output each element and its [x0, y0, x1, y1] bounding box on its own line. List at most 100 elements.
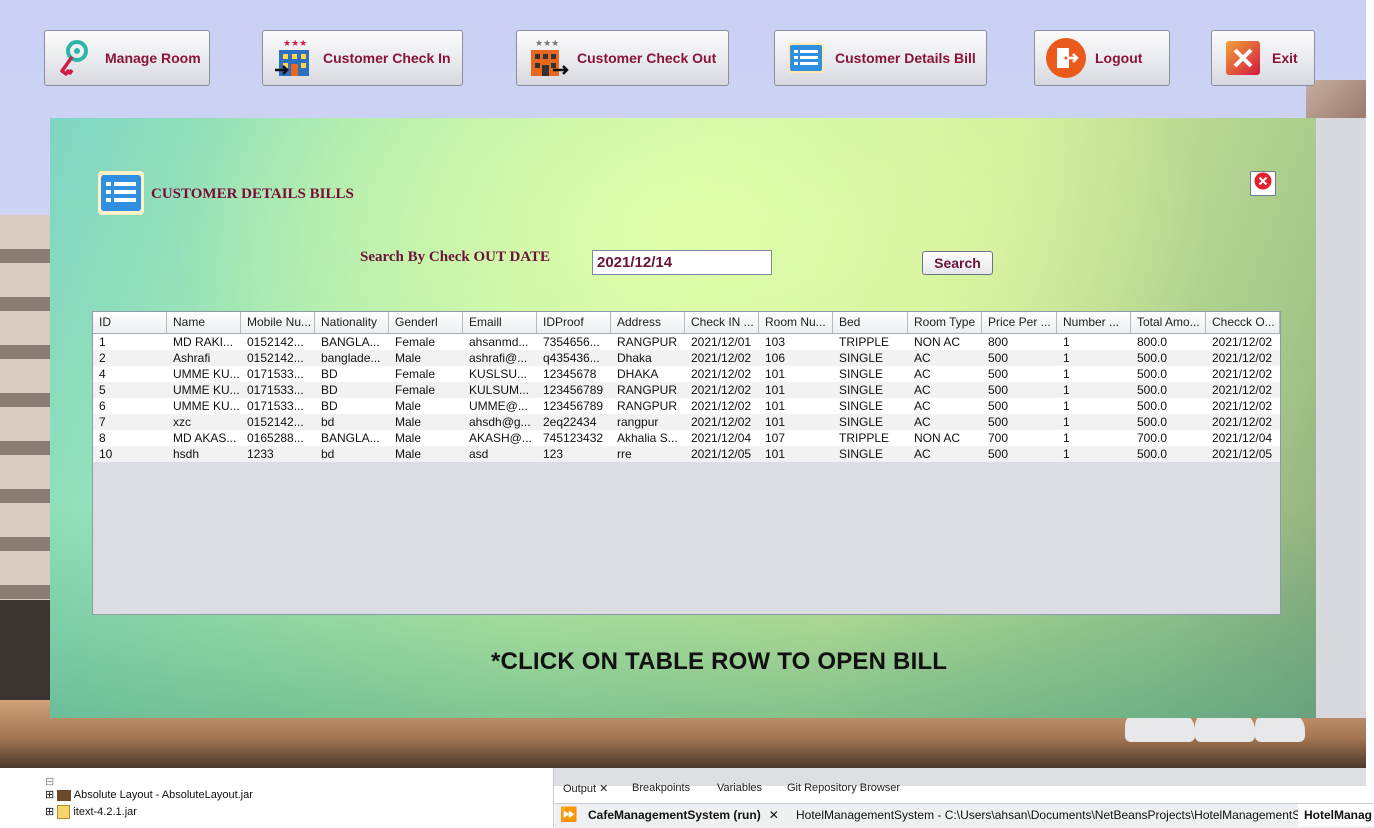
table-cell: NON AC	[914, 335, 961, 349]
table-row[interactable]: 4 UMME KU... 0171533... BD Female KUSLSU... 12…	[93, 366, 1280, 382]
column-header[interactable]: Mobile Nu...	[241, 312, 315, 333]
table-row[interactable]: 8 MD AKAS... 0165288... BANGLA... Male AKASH@…	[93, 430, 1280, 446]
table-cell: Male	[395, 399, 422, 413]
tab-output[interactable]: Output ✕	[563, 782, 608, 795]
table-cell: 2	[99, 351, 106, 365]
table-row[interactable]: 10 hsdh 1233 bd Male asd 123 rre 2021/12/05 101 SI…	[93, 446, 1280, 462]
table-cell: SINGLE	[839, 351, 884, 365]
table-cell: 745123432	[543, 431, 604, 445]
hotel-check-out-icon: ★★★	[527, 37, 569, 79]
checkout-date-input[interactable]	[592, 250, 772, 275]
column-header[interactable]: IDProof	[537, 312, 611, 333]
bill-list-icon	[97, 167, 147, 217]
bill-list-icon	[785, 37, 827, 79]
tree-item[interactable]: ⊞ itext-4.2.1.jar	[45, 805, 137, 820]
close-panel-button[interactable]	[1250, 171, 1276, 196]
rerun-icon[interactable]: ⏩	[560, 806, 577, 823]
table-cell: 500.0	[1137, 447, 1168, 461]
column-header[interactable]: Address	[611, 312, 685, 333]
table-cell: 7354656...	[543, 335, 600, 349]
column-header[interactable]: ID	[93, 312, 167, 333]
table-cell: 2021/12/02	[691, 415, 752, 429]
table-cell: 500	[988, 447, 1009, 461]
table-cell: SINGLE	[839, 367, 884, 381]
table-cell: 101	[765, 399, 786, 413]
column-header[interactable]: Room Nu...	[759, 312, 833, 333]
logout-button[interactable]: Logout	[1034, 30, 1170, 86]
table-cell: 5	[99, 383, 106, 397]
run-tab-hotel[interactable]: HotelManagementSystem - C:\Users\ahsan\D…	[790, 804, 1356, 826]
run-tab-hotel-active[interactable]: HotelManag	[1298, 804, 1374, 826]
table-cell: SINGLE	[839, 447, 884, 461]
table-cell: q435436...	[543, 351, 600, 365]
run-tab-cafe[interactable]: CafeManagementSystem (run) ✕	[582, 804, 785, 826]
page-title: CUSTOMER DETAILS BILLS	[151, 186, 354, 202]
table-row[interactable]: 1 MD RAKI... 0152142... BANGLA... Female ahsa…	[93, 334, 1280, 350]
tree-expand-icon[interactable]: ⊟	[45, 775, 54, 788]
project-tree: ⊟ ⊞ Absolute Layout - AbsoluteLayout.jar…	[0, 768, 554, 827]
table-cell: 500	[988, 351, 1009, 365]
table-cell: xzc	[173, 415, 191, 429]
customer-check-out-button[interactable]: ★★★ Customer Check Out	[516, 30, 729, 86]
column-header[interactable]: Check IN ...	[685, 312, 759, 333]
customer-check-in-button[interactable]: ★★★ Customer Check In	[262, 30, 463, 86]
table-cell: 101	[765, 383, 786, 397]
svg-text:★★★: ★★★	[283, 39, 307, 49]
table-cell: Male	[395, 447, 422, 461]
column-header[interactable]: Name	[167, 312, 241, 333]
table-cell: Female	[395, 335, 436, 349]
search-button[interactable]: Search	[922, 251, 993, 275]
column-header[interactable]: Nationality	[315, 312, 389, 333]
table-cell: bd	[321, 447, 335, 461]
close-tab-icon[interactable]: ✕	[769, 808, 779, 822]
table-cell: 800	[988, 335, 1009, 349]
table-cell: BANGLA...	[321, 335, 380, 349]
table-cell: RANGPUR	[617, 335, 678, 349]
logout-icon	[1045, 37, 1087, 79]
column-header[interactable]: Room Type	[908, 312, 982, 333]
table-cell: 2021/12/04	[691, 431, 752, 445]
customer-details-bill-button[interactable]: Customer Details Bill	[774, 30, 987, 86]
table-cell: 2021/12/02	[1212, 399, 1273, 413]
column-header[interactable]: Price Per ...	[982, 312, 1057, 333]
table-cell: 2021/12/01	[691, 335, 752, 349]
table-cell: UMME KU...	[173, 383, 240, 397]
table-cell: RANGPUR	[617, 399, 678, 413]
table-cell: 1233	[247, 447, 274, 461]
column-header[interactable]: Total Amo...	[1131, 312, 1206, 333]
column-header[interactable]: Checck O...	[1206, 312, 1280, 333]
table-cell: 2021/12/02	[1212, 351, 1273, 365]
table-cell: 800.0	[1137, 335, 1168, 349]
table-cell: AC	[914, 399, 931, 413]
tab-variables[interactable]: Variables	[717, 782, 762, 794]
table-cell: 0171533...	[247, 367, 304, 381]
table-row[interactable]: 5 UMME KU... 0171533... BD Female KULSUM... 12…	[93, 382, 1280, 398]
column-header[interactable]: Emaill	[463, 312, 537, 333]
table-row[interactable]: 7 xzc 0152142... bd Male ahsdh@g... 2eq22434 ra…	[93, 414, 1280, 430]
column-header[interactable]: Bed	[833, 312, 908, 333]
table-cell: 101	[765, 447, 786, 461]
table-cell: 2021/12/04	[1212, 431, 1273, 445]
tree-item[interactable]: ⊞ Absolute Layout - AbsoluteLayout.jar	[45, 788, 253, 801]
column-header[interactable]: Genderl	[389, 312, 463, 333]
table-cell: DHAKA	[617, 367, 659, 381]
table-row[interactable]: 6 UMME KU... 0171533... BD Male UMME@... 12345…	[93, 398, 1280, 414]
tab-git-repository-browser[interactable]: Git Repository Browser	[787, 782, 900, 794]
column-header[interactable]: Number ...	[1057, 312, 1131, 333]
manage-room-label: Manage Room	[105, 50, 201, 66]
table-cell: 2021/12/05	[691, 447, 752, 461]
table-cell: 6	[99, 399, 106, 413]
key-icon	[55, 37, 97, 79]
tab-breakpoints[interactable]: Breakpoints	[632, 782, 690, 794]
table-cell: bd	[321, 415, 335, 429]
exit-button[interactable]: Exit	[1211, 30, 1315, 86]
jar-icon	[57, 789, 72, 801]
table-cell: Female	[395, 383, 436, 397]
table-row[interactable]: 2 Ashrafi 0152142... banglade... Male ashrafi…	[93, 350, 1280, 366]
customer-bills-table[interactable]: ID Name Mobile Nu... Nationality Genderl Emai…	[92, 311, 1281, 615]
manage-room-button[interactable]: Manage Room	[44, 30, 210, 86]
table-cell: AC	[914, 447, 931, 461]
table-cell: BANGLA...	[321, 431, 380, 445]
table-cell: UMME KU...	[173, 399, 240, 413]
table-cell: 500	[988, 383, 1009, 397]
